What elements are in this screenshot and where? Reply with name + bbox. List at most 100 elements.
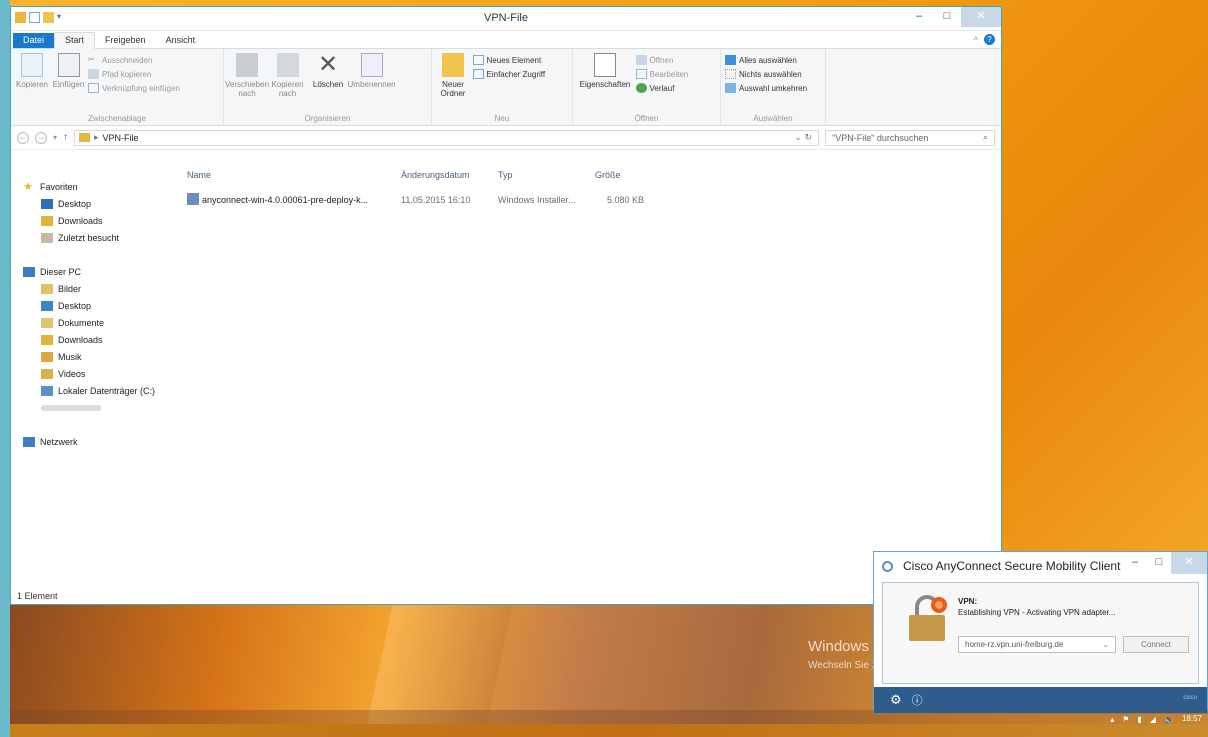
volume-icon[interactable]: 🔈 [1164, 715, 1174, 724]
installer-icon [187, 193, 199, 205]
vpn-server-value: home-rz.vpn.uni-freiburg.de [965, 640, 1064, 649]
column-header-name[interactable]: Name [187, 170, 211, 188]
history-button[interactable]: Verlauf [635, 83, 689, 93]
open-button[interactable]: Öffnen [635, 55, 689, 65]
forward-arrow-icon[interactable]: → [35, 131, 47, 144]
select-none-label: Nichts auswählen [739, 69, 802, 79]
status-bar: 1 Element [17, 591, 58, 601]
group-organize: Verschieben nach Kopieren nach ✕ Löschen… [224, 49, 432, 125]
invert-selection-button[interactable]: Auswahl umkehren [725, 83, 807, 93]
network-tray-icon[interactable]: ▮ [1137, 715, 1141, 724]
cisco-globe-icon [882, 560, 893, 572]
delete-button[interactable]: ✕ Löschen [309, 53, 347, 90]
cisco-anyconnect-window: Cisco AnyConnect Secure Mobility Client … [873, 551, 1208, 714]
info-icon[interactable]: ⓘ [912, 692, 923, 708]
nav-item-blurred[interactable] [11, 399, 181, 416]
nav-this-pc[interactable]: Dieser PC [11, 263, 181, 280]
flag-icon[interactable]: ⚑ [1122, 715, 1129, 724]
tab-datei[interactable]: Datei [13, 33, 55, 48]
nav-item-documents[interactable]: Dokumente [11, 314, 181, 331]
close-button[interactable]: ✕ [961, 7, 1001, 27]
history-icon [635, 83, 647, 93]
table-row[interactable]: anyconnect-win-4.0.00061-pre-deploy-k...… [187, 192, 667, 208]
gear-icon[interactable]: ⚙ [890, 692, 902, 708]
tab-ansicht[interactable]: Ansicht [156, 33, 206, 48]
clipboard-small-buttons: ✂ Ausschneiden Pfad kopieren Verknüpfung … [88, 55, 180, 93]
nav-item-videos[interactable]: Videos [11, 365, 181, 382]
explorer-titlebar[interactable]: ▾ VPN-File – □ ✕ [11, 7, 1001, 31]
nav-item-local-disk[interactable]: Lokaler Datenträger (C:) [11, 382, 181, 399]
chevron-down-icon[interactable]: ⌄ [1102, 640, 1109, 649]
edit-button[interactable]: Bearbeiten [635, 69, 688, 79]
nav-network[interactable]: Netzwerk [11, 433, 181, 450]
nav-item-downloads-pc[interactable]: Downloads [11, 331, 181, 348]
copy-icon [21, 53, 43, 77]
address-history-icon[interactable]: ⌄ ↻ [794, 132, 818, 143]
easy-access-label: Einfacher Zugriff [486, 69, 546, 79]
column-header-date[interactable]: Änderungsdatum [401, 170, 470, 188]
file-size: 5.080 KB [607, 195, 645, 205]
help-icon[interactable]: ? [984, 34, 995, 45]
maximize-button[interactable]: □ [933, 7, 961, 27]
cisco-maximize-button[interactable]: □ [1147, 552, 1171, 574]
group-select: Alles auswählen Nichts auswählen Auswahl… [721, 49, 826, 125]
nav-item-music[interactable]: Musik [11, 348, 181, 365]
copy-button[interactable]: Kopieren [15, 53, 49, 89]
nav-item-recent[interactable]: Zuletzt besucht [11, 229, 181, 246]
back-arrow-icon[interactable]: ← [17, 131, 29, 144]
chevron-up-icon[interactable]: ^ [974, 35, 978, 45]
up-arrow-icon[interactable]: ↑ [63, 132, 68, 143]
edit-icon [635, 69, 647, 79]
address-box[interactable]: ▸ VPN-File ⌄ ↻ [74, 129, 819, 146]
address-bar-row: ← → ▾ ↑ ▸ VPN-File ⌄ ↻ "VPN-File" durchs… [11, 126, 1001, 150]
nav-item-desktop[interactable]: Desktop [11, 195, 181, 212]
cisco-minimize-button[interactable]: – [1123, 552, 1147, 574]
copy-label: Kopieren [15, 80, 49, 89]
vpn-server-select[interactable]: home-rz.vpn.uni-freiburg.de ⌄ [958, 636, 1116, 653]
cisco-title: Cisco AnyConnect Secure Mobility Client [903, 559, 1121, 573]
new-folder-button[interactable]: Neuer Ordner [436, 53, 470, 98]
tray-arrow-icon[interactable]: ▴ [1110, 715, 1114, 724]
nav-item-pictures[interactable]: Bilder [11, 280, 181, 297]
search-input[interactable]: "VPN-File" durchsuchen ⌕ [825, 129, 995, 146]
nav-item-label: Zuletzt besucht [58, 232, 120, 243]
breadcrumb-vpn-file[interactable]: VPN-File [103, 133, 139, 143]
properties-button[interactable]: Eigenschaften [577, 53, 633, 89]
select-all-label: Alles auswählen [739, 55, 797, 65]
paste-shortcut-button[interactable]: Verknüpfung einfügen [88, 83, 180, 93]
tab-start[interactable]: Start [54, 32, 96, 49]
chevron-down-icon[interactable]: ▾ [53, 133, 57, 142]
paste-button[interactable]: Einfügen [52, 53, 86, 89]
copy-path-button[interactable]: Pfad kopieren [88, 69, 180, 79]
tab-freigeben[interactable]: Freigeben [95, 33, 156, 48]
file-list: Name Änderungsdatum Typ Größe anyconnect… [181, 170, 1001, 588]
cisco-titlebar[interactable]: Cisco AnyConnect Secure Mobility Client … [874, 552, 1207, 580]
nav-favorites[interactable]: ★ Favoriten [11, 178, 181, 195]
new-small-buttons: Neues Element Einfacher Zugriff [472, 55, 546, 79]
column-header-size[interactable]: Größe [595, 170, 621, 188]
window-controls: – □ ✕ [905, 7, 1001, 27]
lock-icon [909, 595, 947, 641]
copy-to-button[interactable]: Kopieren nach [269, 53, 307, 98]
file-type: Windows Installer... [498, 195, 576, 205]
move-to-button[interactable]: Verschieben nach [225, 53, 269, 98]
clock[interactable]: 18:57 [1182, 714, 1202, 724]
connect-button[interactable]: Connect [1123, 636, 1189, 653]
nav-item-desktop-pc[interactable]: Desktop [11, 297, 181, 314]
paste-label: Einfügen [52, 80, 85, 89]
breadcrumb-separator-icon: ▸ [94, 132, 99, 142]
minimize-button[interactable]: – [905, 7, 933, 27]
easy-access-button[interactable]: Einfacher Zugriff [472, 69, 546, 79]
search-icon[interactable]: ⌕ [983, 132, 988, 143]
select-all-button[interactable]: Alles auswählen [725, 55, 807, 65]
signal-icon[interactable]: ◢ [1150, 715, 1156, 724]
new-item-button[interactable]: Neues Element [472, 55, 546, 65]
rename-button[interactable]: Umbenennen [348, 53, 396, 89]
nav-item-downloads[interactable]: Downloads [11, 212, 181, 229]
star-icon: ★ [23, 180, 33, 193]
column-header-type[interactable]: Typ [498, 170, 513, 188]
select-none-button[interactable]: Nichts auswählen [725, 69, 807, 79]
cisco-close-button[interactable]: ✕ [1171, 552, 1207, 574]
nav-network-label: Netzwerk [40, 436, 78, 447]
cut-button[interactable]: ✂ Ausschneiden [88, 55, 180, 65]
